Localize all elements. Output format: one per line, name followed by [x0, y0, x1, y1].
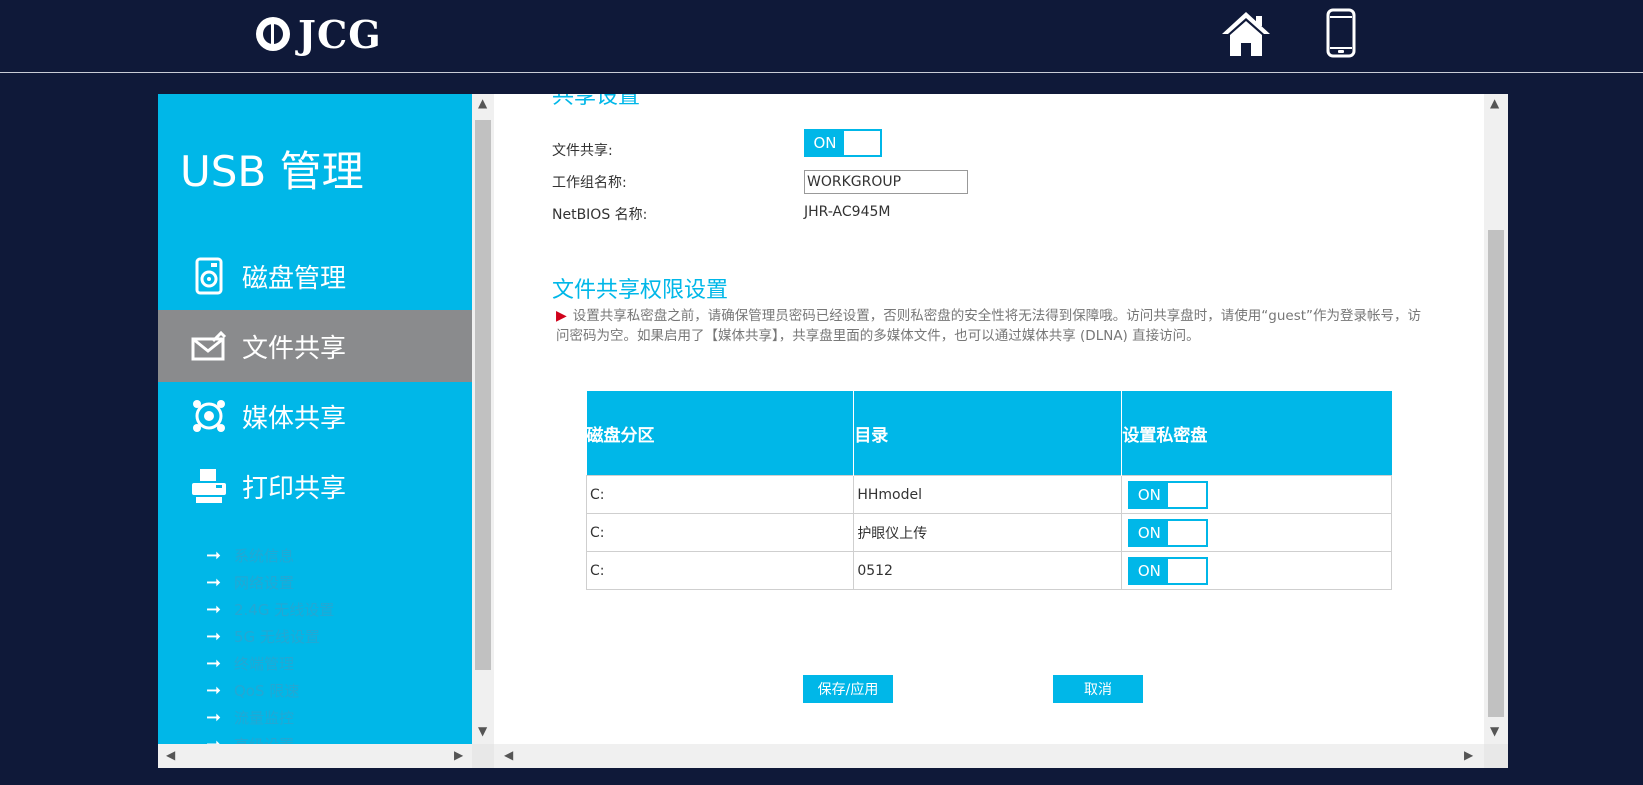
scroll-right-icon[interactable]: ▶	[454, 748, 463, 762]
media-share-icon	[190, 397, 228, 435]
sidebar: USB 管理 磁盘管理 文件共享 媒体共享 打印共享 ➞ 系统信息 ➞ 网络设置…	[158, 94, 472, 744]
scroll-up-icon[interactable]: ▲	[1490, 96, 1499, 110]
directory-cell: 护眼仪上传	[853, 513, 1123, 552]
netbios-value: JHR-AC945M	[804, 204, 891, 220]
cancel-button[interactable]: 取消	[1053, 675, 1143, 703]
netbios-label: NetBIOS 名称:	[552, 207, 648, 223]
partition-cell: C:	[585, 475, 855, 514]
sidebar-item-label: 磁盘管理	[242, 263, 347, 294]
sidebar-item-disk-management[interactable]: 磁盘管理	[158, 240, 472, 312]
permission-note: ▶ 设置共享私密盘之前，请确保管理员密码已经设置，否则私密盘的安全性将无法得到保障…	[556, 306, 1426, 346]
arrow-right-icon: ➞	[206, 599, 222, 620]
sidebar-item-media-share[interactable]: 媒体共享	[158, 380, 472, 452]
top-header: JCG	[0, 0, 1643, 72]
scroll-right-icon[interactable]: ▶	[1464, 748, 1473, 762]
header-divider	[0, 72, 1643, 73]
share-settings-title: 共享设置	[552, 94, 641, 109]
arrow-right-icon: ➞	[206, 680, 222, 701]
private-cell: ON	[1121, 551, 1392, 590]
arrow-right-icon: ➞	[206, 572, 222, 593]
sidebar-subitem[interactable]: ➞ 网络设置	[206, 569, 334, 596]
sidebar-subitem[interactable]: ➞高级设置	[206, 731, 334, 744]
file-share-toggle[interactable]: ON	[804, 129, 882, 157]
sidebar-subitem[interactable]: ➞ QoS 限速	[206, 677, 334, 704]
main-scroll-thumb[interactable]	[1488, 230, 1504, 717]
file-share-label: 文件共享:	[552, 143, 613, 159]
sidebar-subitem[interactable]: ➞ 流量监控	[206, 704, 334, 731]
sidebar-vertical-scrollbar[interactable]: ▲ ▼	[472, 94, 494, 744]
sidebar-item-label: 媒体共享	[242, 403, 347, 434]
toggle-on-label: ON	[1130, 520, 1169, 545]
partition-cell: C:	[585, 513, 855, 552]
partition-cell: C:	[585, 551, 855, 590]
toggle-on-label: ON	[1130, 482, 1169, 507]
arrow-right-icon: ➞	[206, 626, 222, 647]
sidebar-subitem[interactable]: ➞ 系统信息	[206, 542, 334, 569]
logo-mark-icon	[256, 17, 290, 51]
arrow-right-icon: ➞	[206, 653, 222, 674]
private-disk-toggle[interactable]: ON	[1128, 518, 1209, 547]
table-header-row: 磁盘分区 目录 设置私密盘	[586, 391, 1392, 476]
sidebar-item-print-share[interactable]: 打印共享	[158, 450, 472, 522]
scrollbar-corner	[1484, 744, 1508, 768]
column-header-partition: 磁盘分区	[586, 391, 855, 476]
sidebar-scroll-thumb[interactable]	[475, 120, 491, 670]
main-panel: 共享设置 文件共享: ON 工作组名称: NetBIOS 名称: JHR-AC9…	[494, 94, 1484, 744]
private-disk-toggle[interactable]: ON	[1128, 480, 1209, 509]
main-horizontal-scrollbar[interactable]: ◀ ▶	[494, 744, 1484, 768]
column-header-directory: 目录	[853, 391, 1123, 476]
toggle-on-label: ON	[806, 131, 844, 155]
save-apply-button[interactable]: 保存/应用	[803, 675, 893, 703]
sidebar-sub-menu: ➞ 系统信息 ➞ 网络设置 ➞ 2.4G 无线设置 ➞ 5G 无线设置 ➞ 终端管理 ➞ Q…	[206, 542, 334, 744]
scroll-up-icon[interactable]: ▲	[478, 96, 487, 110]
arrow-right-icon: ➞	[206, 545, 222, 566]
permission-settings-title: 文件共享权限设置	[552, 278, 729, 303]
scroll-left-icon[interactable]: ◀	[166, 748, 175, 762]
directory-cell: HHmodel	[853, 475, 1123, 514]
column-header-private: 设置私密盘	[1121, 391, 1392, 476]
table-row: C: 护眼仪上传 ON	[585, 513, 1392, 552]
home-icon[interactable]	[1220, 8, 1272, 60]
private-disk-toggle[interactable]: ON	[1128, 556, 1209, 585]
brand-name: JCG	[298, 11, 382, 57]
main-vertical-scrollbar[interactable]: ▲ ▼	[1484, 94, 1508, 744]
scroll-left-icon[interactable]: ◀	[504, 748, 513, 762]
sidebar-subitem[interactable]: ➞ 终端管理	[206, 650, 334, 677]
directory-cell: 0512	[853, 551, 1123, 590]
workgroup-label: 工作组名称:	[552, 175, 627, 191]
private-cell: ON	[1121, 513, 1392, 552]
sidebar-item-label: 打印共享	[242, 473, 347, 504]
sidebar-title: USB 管理	[180, 147, 364, 196]
table-row: C: HHmodel ON	[585, 475, 1392, 514]
sidebar-subitem[interactable]: ➞ 5G 无线设置	[206, 623, 334, 650]
brand-logo[interactable]: JCG	[256, 11, 382, 57]
table-row: C: 0512 ON	[585, 551, 1392, 590]
private-cell: ON	[1121, 475, 1392, 514]
arrow-right-icon: ➞	[206, 707, 222, 728]
sidebar-horizontal-scrollbar[interactable]: ◀ ▶	[158, 744, 472, 768]
printer-icon	[190, 467, 228, 505]
warning-triangle-icon: ▶	[556, 308, 567, 324]
workgroup-input[interactable]	[804, 170, 968, 194]
toggle-on-label: ON	[1130, 558, 1169, 583]
scroll-down-icon[interactable]: ▼	[1490, 724, 1499, 738]
mobile-phone-icon[interactable]	[1326, 8, 1356, 58]
scroll-down-icon[interactable]: ▼	[478, 724, 487, 738]
sidebar-subitem[interactable]: ➞ 2.4G 无线设置	[206, 596, 334, 623]
disk-icon	[190, 257, 228, 295]
share-permission-table: 磁盘分区 目录 设置私密盘 C: HHmodel ON C: 护眼仪上传 ON	[585, 391, 1392, 590]
arrow-right-icon: ➞	[206, 734, 234, 744]
sidebar-item-label: 文件共享	[242, 333, 347, 364]
file-share-icon	[190, 327, 228, 365]
scrollbar-corner	[472, 744, 494, 768]
sidebar-item-file-share[interactable]: 文件共享	[158, 310, 472, 382]
permission-note-text: 设置共享私密盘之前，请确保管理员密码已经设置，否则私密盘的安全性将无法得到保障哦…	[556, 308, 1422, 344]
